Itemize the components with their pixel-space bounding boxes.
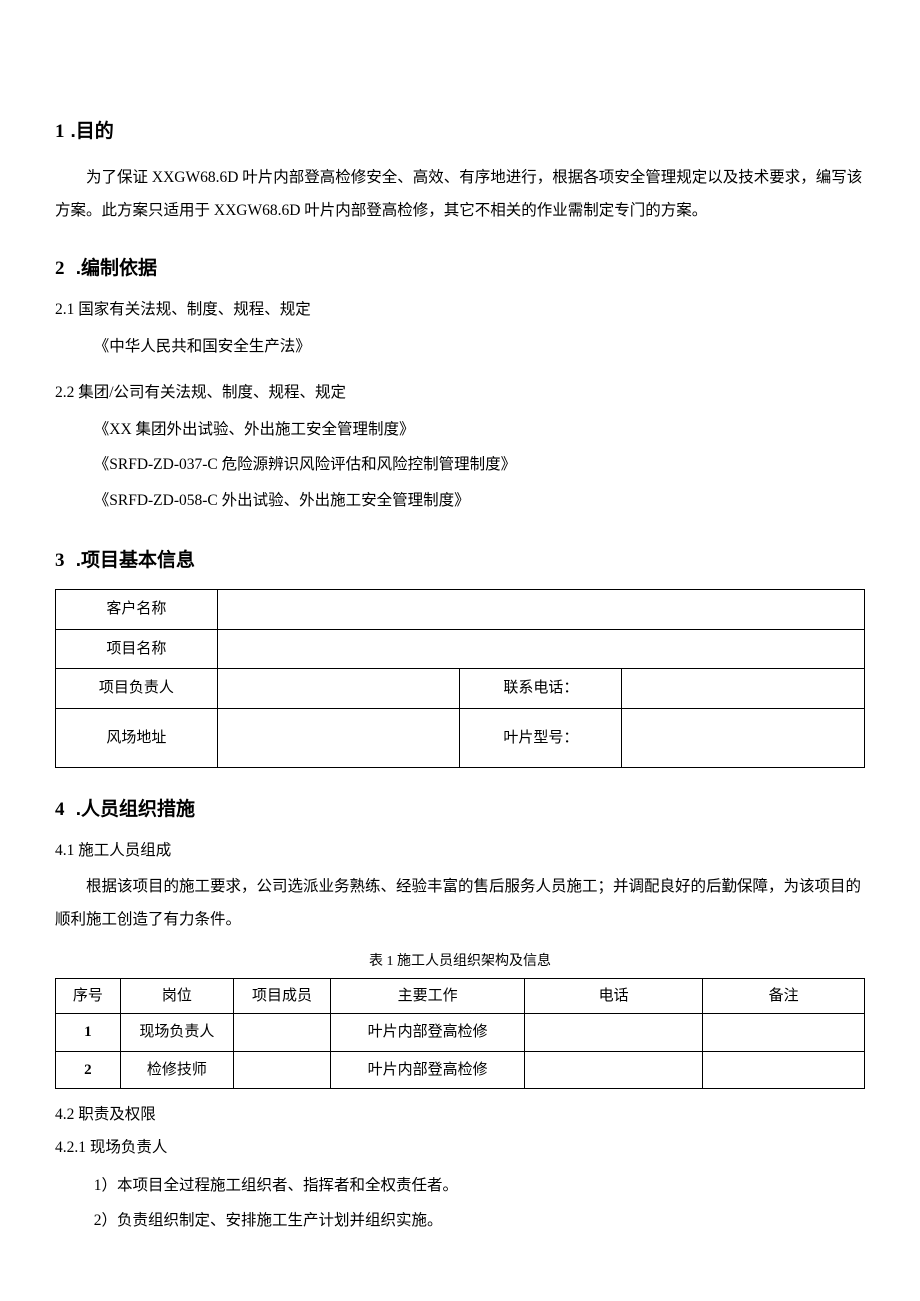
col-work: 主要工作 [331, 978, 525, 1014]
col-phone: 电话 [525, 978, 703, 1014]
label-leader: 项目负责人 [56, 669, 218, 709]
cell-work-1: 叶片内部登高检修 [331, 1014, 525, 1052]
col-seq: 序号 [56, 978, 121, 1014]
label-addr: 风场地址 [56, 708, 218, 768]
cell-post-1: 现场负责人 [120, 1014, 233, 1052]
duty-2: 2）负责组织制定、安排施工生产计划并组织实施。 [94, 1203, 865, 1239]
section-2-num: 2 [55, 258, 65, 279]
section-1-paragraph: 为了保证 XXGW68.6D 叶片内部登高检修安全、高效、有序地进行，根据各项安… [55, 161, 865, 228]
section-1-heading: 1 .目的 [55, 118, 865, 147]
label-phone: 联系电话： [460, 669, 622, 709]
staff-row-1: 1 现场负责人 叶片内部登高检修 [56, 1014, 865, 1052]
section-4-heading: 4 .人员组织措施 [55, 796, 865, 825]
value-customer [217, 590, 864, 630]
ref-2-1-a: 《中华人民共和国安全生产法》 [94, 329, 865, 365]
section-4-num: 4 [55, 799, 65, 820]
info-row-leader: 项目负责人 联系电话： [56, 669, 865, 709]
cell-member-2 [233, 1051, 330, 1089]
cell-note-2 [703, 1051, 865, 1089]
col-member: 项目成员 [233, 978, 330, 1014]
cell-member-1 [233, 1014, 330, 1052]
section-4-title: .人员组织措施 [71, 799, 196, 820]
info-row-project: 项目名称 [56, 629, 865, 669]
section-3-title: .项目基本信息 [71, 550, 196, 571]
cell-work-2: 叶片内部登高检修 [331, 1051, 525, 1089]
section-1-title: .目的 [71, 121, 114, 142]
project-info-table: 客户名称 项目名称 项目负责人 联系电话： 风场地址 叶片型号： [55, 589, 865, 768]
section-2-title: .编制依据 [71, 258, 158, 279]
value-model [622, 708, 865, 768]
label-project: 项目名称 [56, 629, 218, 669]
section-2-heading: 2 .编制依据 [55, 255, 865, 284]
sub-2-2: 2.2 集团/公司有关法规、制度、规程、规定 [55, 381, 865, 404]
section-1-num: 1 [55, 121, 65, 142]
sub-4-2: 4.2 职责及权限 [55, 1103, 865, 1126]
table-1-caption: 表 1 施工人员组织架构及信息 [55, 951, 865, 972]
value-phone [622, 669, 865, 709]
duty-1: 1）本项目全过程施工组织者、指挥者和全权责任者。 [94, 1168, 865, 1204]
ref-2-2-a: 《XX 集团外出试验、外出施工安全管理制度》 [94, 412, 865, 448]
sub-2-1: 2.1 国家有关法规、制度、规程、规定 [55, 298, 865, 321]
info-row-addr: 风场地址 叶片型号： [56, 708, 865, 768]
ref-2-2-c: 《SRFD-ZD-058-C 外出试验、外出施工安全管理制度》 [94, 483, 865, 519]
section-3-heading: 3 .项目基本信息 [55, 547, 865, 576]
value-leader [217, 669, 460, 709]
cell-seq-1: 1 [56, 1014, 121, 1052]
cell-seq-2: 2 [56, 1051, 121, 1089]
value-addr [217, 708, 460, 768]
cell-phone-1 [525, 1014, 703, 1052]
staff-row-2: 2 检修技师 叶片内部登高检修 [56, 1051, 865, 1089]
sub-4-1: 4.1 施工人员组成 [55, 839, 865, 862]
value-project [217, 629, 864, 669]
label-model: 叶片型号： [460, 708, 622, 768]
col-note: 备注 [703, 978, 865, 1014]
ref-2-2-b: 《SRFD-ZD-037-C 危险源辨识风险评估和风险控制管理制度》 [94, 447, 865, 483]
cell-post-2: 检修技师 [120, 1051, 233, 1089]
sub-4-2-1: 4.2.1 现场负责人 [55, 1136, 865, 1159]
info-row-customer: 客户名称 [56, 590, 865, 630]
staff-table: 序号 岗位 项目成员 主要工作 电话 备注 1 现场负责人 叶片内部登高检修 2… [55, 978, 865, 1090]
label-customer: 客户名称 [56, 590, 218, 630]
cell-phone-2 [525, 1051, 703, 1089]
cell-note-1 [703, 1014, 865, 1052]
staff-header-row: 序号 岗位 项目成员 主要工作 电话 备注 [56, 978, 865, 1014]
para-4-1: 根据该项目的施工要求，公司选派业务熟练、经验丰富的售后服务人员施工；并调配良好的… [55, 870, 865, 937]
col-post: 岗位 [120, 978, 233, 1014]
section-3-num: 3 [55, 550, 65, 571]
